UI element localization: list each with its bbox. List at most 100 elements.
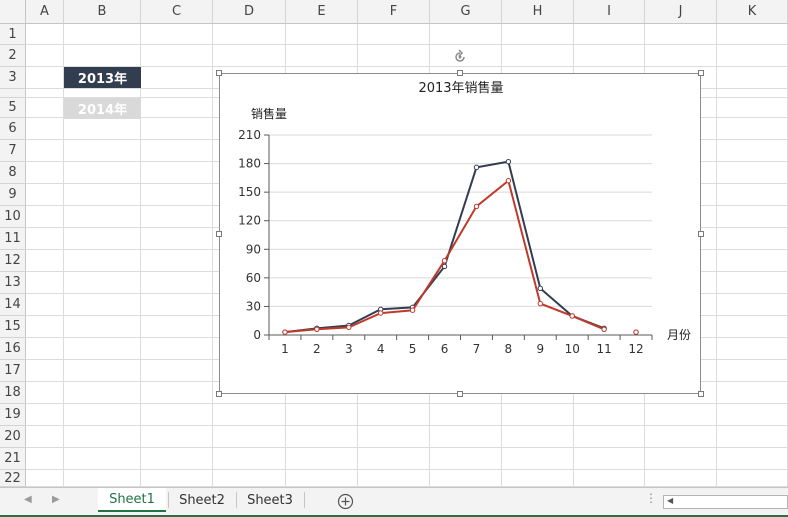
tab-sheet1[interactable]: Sheet1	[98, 488, 166, 512]
spreadsheet-grid[interactable]: ABCDEFGHIJK 1 2 3 5 6 7 8 9 10 11 12 13 14 15 16 17 18 19…	[0, 0, 788, 487]
horizontal-scrollbar[interactable]: ◀	[663, 495, 788, 509]
y-tick-label: 180	[238, 157, 261, 171]
x-axis-label: 月份	[667, 328, 691, 342]
plot-area: 03060901201501802101 2 3 4 5 6 7 8 9 10 11 12	[238, 128, 653, 356]
row-header-16[interactable]: 16	[0, 338, 26, 360]
y-tick-label: 210	[238, 128, 261, 142]
grid-row-line	[26, 403, 788, 404]
row-header-7[interactable]: 7	[0, 140, 26, 162]
x-tick-label: 11	[596, 342, 611, 356]
tab-sheet2[interactable]: Sheet2	[170, 488, 234, 512]
row-header-9[interactable]: 9	[0, 184, 26, 206]
data-point-series-2	[601, 326, 607, 332]
data-point-series-2	[409, 307, 416, 313]
x-tick-label: 7	[473, 342, 481, 356]
x-tick-label: 4	[377, 342, 385, 356]
row-header-11[interactable]: 11	[0, 228, 26, 250]
tab-divider	[168, 492, 169, 508]
row-header-17[interactable]: 17	[0, 360, 26, 382]
scroll-arrow-left-icon[interactable]: ◀	[667, 496, 673, 505]
data-point-series-2	[441, 258, 448, 264]
resize-handle-bottom-left[interactable]	[216, 391, 222, 397]
grid-column-line	[63, 24, 64, 487]
x-tick-label: 12	[628, 342, 643, 356]
column-header-i[interactable]: I	[574, 0, 645, 24]
resize-handle-right[interactable]	[698, 231, 704, 237]
y-tick-label: 90	[246, 242, 261, 256]
row-header-10[interactable]: 10	[0, 206, 26, 228]
year-2013-button[interactable]: 2013年	[64, 67, 141, 88]
y-axis-label: 销售量	[251, 106, 287, 121]
scroll-right-icon[interactable]: ▶	[52, 494, 60, 505]
row-header-15[interactable]: 15	[0, 316, 26, 338]
row-header-18[interactable]: 18	[0, 382, 26, 404]
x-tick-label: 6	[441, 342, 449, 356]
y-tick-label: 60	[246, 271, 261, 285]
resize-handle-top-left[interactable]	[216, 70, 222, 76]
x-tick-label: 5	[409, 342, 417, 356]
row-header-21[interactable]: 21	[0, 448, 26, 470]
resize-handle-top-right[interactable]	[698, 70, 704, 76]
data-point-series-2	[537, 300, 543, 307]
grid-column-line	[212, 24, 213, 487]
row-header-22[interactable]: 22	[0, 470, 26, 487]
data-point-series-1	[505, 158, 512, 165]
grid-row-line	[26, 425, 788, 426]
series-line-2	[284, 178, 605, 334]
sheet-tab-bar: ◀ ▶ Sheet1 Sheet2 Sheet3 ⋮ ◀	[0, 487, 788, 517]
chart-title: 2013年销售量	[418, 80, 503, 96]
column-header-e[interactable]: E	[286, 0, 358, 24]
data-point-series-2	[346, 324, 352, 331]
column-header-a[interactable]: A	[26, 0, 64, 24]
plus-circle-icon[interactable]	[337, 493, 354, 510]
x-tick-label: 10	[565, 342, 580, 356]
row-header-20[interactable]: 20	[0, 426, 26, 448]
row-header-6[interactable]: 6	[0, 118, 26, 140]
row-header-3[interactable]: 3	[0, 67, 26, 89]
y-tick-label: 0	[253, 328, 261, 342]
row-header-19[interactable]: 19	[0, 404, 26, 426]
x-tick-label: 9	[536, 342, 544, 356]
resize-handle-bottom-right[interactable]	[698, 391, 704, 397]
tab-sheet3[interactable]: Sheet3	[238, 488, 302, 512]
column-header-b[interactable]: B	[64, 0, 141, 24]
column-header-f[interactable]: F	[358, 0, 430, 24]
scroll-left-icon[interactable]: ◀	[24, 494, 32, 505]
sales-chart[interactable]: 2013年销售量 销售量 月份 0 30 60 90 120 150 180 210 1 2 3 4 5…	[219, 73, 701, 394]
more-options-icon[interactable]: ⋮	[645, 491, 657, 505]
column-header-d[interactable]: D	[213, 0, 286, 24]
resize-handle-top[interactable]	[457, 70, 463, 76]
data-point-series-2	[505, 178, 512, 184]
select-all-corner[interactable]	[0, 0, 26, 24]
y-tick-label: 120	[238, 214, 261, 228]
column-header-k[interactable]: K	[717, 0, 788, 24]
row-header-12[interactable]: 12	[0, 250, 26, 272]
data-point-series-2	[282, 329, 288, 335]
x-tick-label: 3	[345, 342, 353, 356]
data-point-series-2	[473, 203, 480, 210]
grid-row-line	[26, 447, 788, 448]
y-tick-label: 30	[246, 299, 261, 313]
data-point-series-1	[537, 285, 543, 292]
column-header-g[interactable]: G	[430, 0, 502, 24]
grid-row-line	[26, 44, 788, 45]
row-header-8[interactable]: 8	[0, 162, 26, 184]
x-tick-label: 1	[281, 342, 289, 356]
resize-handle-left[interactable]	[216, 231, 222, 237]
column-header-c[interactable]: C	[141, 0, 213, 24]
row-header-5[interactable]: 5	[0, 98, 26, 118]
grid-column-line	[716, 24, 717, 487]
column-header-j[interactable]: J	[645, 0, 717, 24]
column-header-h[interactable]: H	[502, 0, 574, 24]
row-header-4[interactable]	[0, 89, 26, 98]
row-header-13[interactable]: 13	[0, 272, 26, 294]
row-header-14[interactable]: 14	[0, 294, 26, 316]
row-header-1[interactable]: 1	[0, 24, 26, 45]
x-tick-label: 2	[313, 342, 321, 356]
data-point-series-2	[378, 310, 384, 316]
year-2014-button[interactable]: 2014年	[64, 98, 141, 119]
row-header-2[interactable]: 2	[0, 45, 26, 67]
resize-handle-bottom[interactable]	[457, 391, 463, 397]
data-point-series-1	[473, 164, 480, 171]
rotate-handle-icon[interactable]	[452, 49, 468, 65]
